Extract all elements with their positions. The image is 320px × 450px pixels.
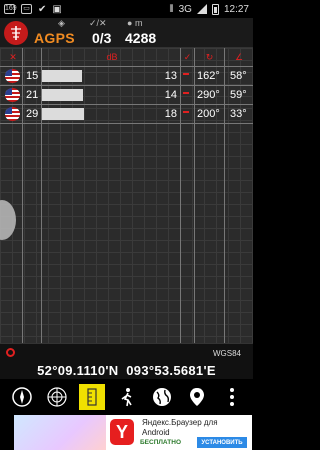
satellite-prn: 29 xyxy=(26,108,39,120)
image-icon: ▭ xyxy=(21,4,32,14)
satellite-column-icon: ✕ xyxy=(9,51,17,62)
app-header: ◈ ✓/✕ ● m AGPS 0/3 4288 xyxy=(0,18,253,48)
compass-icon xyxy=(11,387,32,407)
compass-button[interactable] xyxy=(9,384,35,410)
satellite-row[interactable]: 29 18 200° 33° xyxy=(0,105,253,123)
network-type: 3G xyxy=(178,3,192,15)
radar-button[interactable] xyxy=(44,384,70,410)
globe-icon xyxy=(152,388,171,406)
signal-icon xyxy=(196,4,207,14)
satellite-count: 0/3 xyxy=(92,30,112,46)
ad-banner[interactable]: Y Яндекс.Браузер для Android БЕСПЛАТНО У… xyxy=(14,415,252,450)
ad-logo: Y xyxy=(110,419,134,445)
datum-label[interactable]: WGS84 xyxy=(213,349,241,358)
walk-icon xyxy=(121,388,132,407)
used-column-header: ✓ xyxy=(183,51,192,62)
signal-strength: 13 xyxy=(164,70,177,82)
satellite-elevation: 59° xyxy=(230,89,247,101)
satellite-row[interactable]: 15 13 162° 58° xyxy=(0,67,253,85)
us-flag-icon xyxy=(5,88,20,102)
ruler-icon xyxy=(86,388,97,406)
column-headers: ✕ dB ✓ ↻ ∠ xyxy=(0,48,253,66)
globe-button[interactable] xyxy=(149,384,175,410)
row-divider xyxy=(0,123,253,124)
app-logo[interactable] xyxy=(4,21,28,45)
satellite-elevation: 58° xyxy=(230,70,247,82)
altitude-value: 4288 xyxy=(125,30,157,46)
coordinates-readout[interactable]: 52°09.1110'N 093°53.5681'E xyxy=(0,363,253,378)
status-bar: 169 ▭ ✔ ▣ ⫴ 3G 12:27 xyxy=(0,0,253,18)
satellite-icon: ◈ xyxy=(58,18,65,28)
location-button[interactable] xyxy=(184,384,210,410)
us-flag-icon xyxy=(5,69,20,83)
vibrate-icon: ⫴ xyxy=(169,3,174,15)
bottom-toolbar xyxy=(0,379,253,415)
satellite-elevation: 33° xyxy=(230,108,247,120)
latitude: 52°09.1110'N xyxy=(37,363,119,378)
location-pin-icon xyxy=(189,388,204,406)
ad-title: Яндекс.Браузер для Android xyxy=(142,418,218,437)
not-used-indicator xyxy=(183,92,189,94)
clock: 12:27 xyxy=(223,3,249,15)
satellite-azimuth: 162° xyxy=(197,70,220,82)
bag-icon: ▣ xyxy=(52,3,62,15)
notification-icon: 169 xyxy=(4,4,17,14)
elevation-column-header: ∠ xyxy=(234,51,244,62)
radar-icon xyxy=(46,387,67,407)
signal-bar xyxy=(42,108,84,120)
signal-strength: 14 xyxy=(164,89,177,101)
signal-bar xyxy=(42,70,82,82)
satellite-prn: 15 xyxy=(26,70,39,82)
not-used-indicator xyxy=(183,73,189,75)
agps-label[interactable]: AGPS xyxy=(34,30,75,46)
azimuth-column-header: ↻ xyxy=(205,51,214,62)
satellite-azimuth: 200° xyxy=(197,108,220,120)
altitude-icon: ● m xyxy=(127,18,143,28)
signal-column-header: dB xyxy=(106,52,118,62)
longitude: 093°53.5681'E xyxy=(126,363,216,378)
satellite-prn: 21 xyxy=(26,89,39,101)
signal-bar xyxy=(42,89,83,101)
coordinates-bar: WGS84 52°09.1110'N 093°53.5681'E xyxy=(0,343,253,379)
target-icon[interactable] xyxy=(6,348,15,357)
signal-view-button[interactable] xyxy=(78,384,105,410)
altitude-unit: m xyxy=(134,18,143,28)
ad-install-button[interactable]: УСТАНОВИТЬ xyxy=(197,437,247,448)
check-x-icon: ✓/✕ xyxy=(89,18,107,28)
us-flag-icon xyxy=(5,107,20,121)
satellite-row[interactable]: 21 14 290° 59° xyxy=(0,86,253,104)
antenna-icon xyxy=(11,26,21,40)
menu-button[interactable] xyxy=(219,384,245,410)
satellite-azimuth: 290° xyxy=(197,89,220,101)
walk-button[interactable] xyxy=(114,384,140,410)
not-used-indicator xyxy=(183,111,189,113)
signal-strength: 18 xyxy=(164,108,177,120)
ad-free-label: БЕСПЛАТНО xyxy=(140,439,182,446)
ad-image xyxy=(14,415,106,450)
menu-icon xyxy=(229,388,234,406)
check-icon: ✔ xyxy=(38,3,47,15)
battery-icon xyxy=(211,3,219,15)
